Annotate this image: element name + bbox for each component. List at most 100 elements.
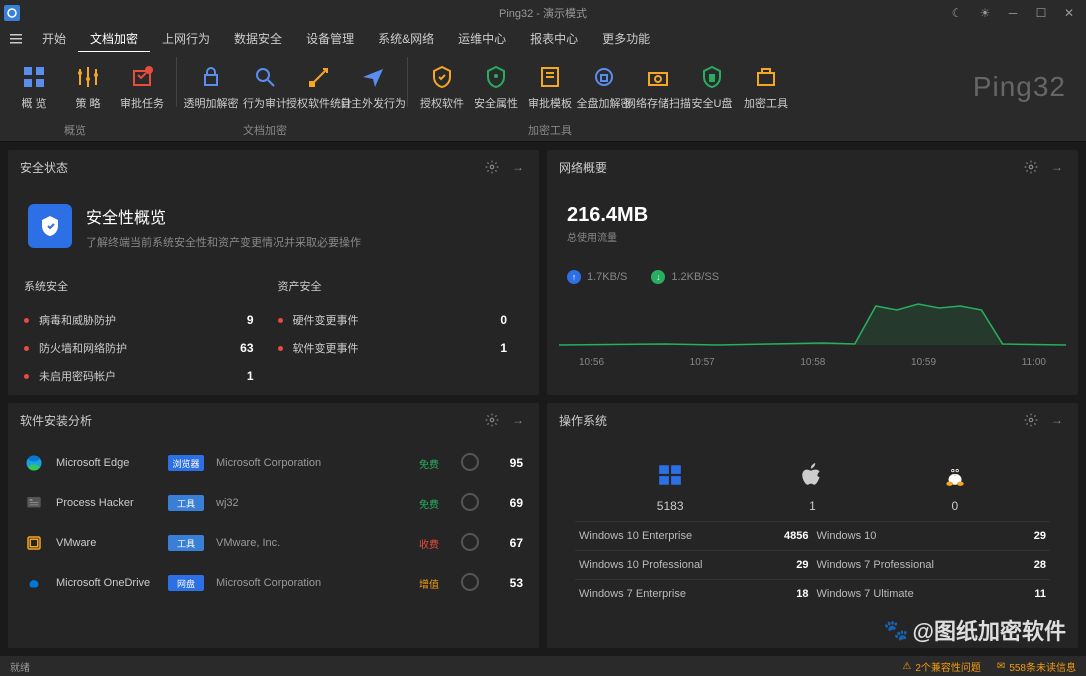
- software-license: 增值: [419, 576, 449, 591]
- traffic-chart: 10:5610:5710:5810:5911:00: [559, 290, 1066, 370]
- titlebar: Ping32 - 演示模式 ☾ ☀ ─ ☐ ✕: [0, 0, 1086, 26]
- os-version-name: Windows 7 Professional: [813, 550, 1001, 579]
- ribbon-btn-9[interactable]: 审批模板: [524, 57, 576, 117]
- ribbon-btn-1[interactable]: 策 略: [62, 57, 114, 117]
- window-title: Ping32 - 演示模式: [499, 5, 587, 21]
- ribbon-btn-6[interactable]: 自主外发行为: [347, 57, 399, 117]
- software-panel-title: 软件安装分析: [20, 412, 92, 429]
- os-item-windows[interactable]: 5183: [656, 461, 684, 513]
- software-name: Microsoft OneDrive: [56, 577, 156, 589]
- software-count: 69: [493, 496, 523, 510]
- menu-item-4[interactable]: 设备管理: [294, 26, 366, 53]
- ribbon-icon: [482, 63, 510, 91]
- chart-x-label: 10:57: [690, 357, 715, 368]
- software-row[interactable]: Process Hacker工具wj32免费69: [20, 485, 527, 521]
- os-version-count: 29: [763, 550, 813, 579]
- progress-ring-icon: [461, 493, 481, 513]
- ribbon-btn-10[interactable]: 全盘加解密: [578, 57, 630, 117]
- ribbon-btn-12[interactable]: 安全U盘: [686, 57, 738, 117]
- moon-icon[interactable]: ☾: [944, 3, 970, 23]
- status-compat-warning[interactable]: ⚠ 2个兼容性问题: [902, 659, 981, 674]
- menu-list-icon[interactable]: [6, 29, 26, 49]
- menu-item-8[interactable]: 更多功能: [590, 26, 662, 53]
- total-traffic-value: 216.4MB: [567, 204, 1058, 227]
- gear-icon[interactable]: [483, 411, 501, 429]
- shield-icon: [28, 204, 72, 248]
- ribbon-toolbar: 概 览 策 略 审批任务 透明加解密行为审计授权软件统计自主外发行为授权软件安全属性审…: [0, 52, 1086, 122]
- software-name: VMware: [56, 537, 156, 549]
- security-row[interactable]: 病毒和威胁防护9: [20, 306, 274, 334]
- status-dot-icon: [278, 318, 283, 323]
- paw-icon: 🐾: [884, 618, 909, 643]
- brand-label: Ping32: [973, 71, 1066, 103]
- os-item-linux[interactable]: 0: [941, 461, 969, 513]
- arrow-right-icon[interactable]: →: [509, 411, 527, 429]
- arrow-right-icon[interactable]: →: [1048, 411, 1066, 429]
- ribbon-label: 策 略: [75, 95, 100, 111]
- os-item-apple[interactable]: 1: [798, 461, 826, 513]
- security-overview-title: 安全性概览: [86, 204, 361, 228]
- minimize-button[interactable]: ─: [1000, 3, 1026, 23]
- ribbon-btn-3[interactable]: 透明加解密: [185, 57, 237, 117]
- ribbon-btn-11[interactable]: 网络存储扫描: [632, 57, 684, 117]
- software-row[interactable]: Microsoft Edge浏览器Microsoft Corporation免费…: [20, 445, 527, 481]
- ribbon-btn-13[interactable]: 加密工具: [740, 57, 792, 117]
- menu-item-6[interactable]: 运维中心: [446, 26, 518, 53]
- software-row[interactable]: VMware工具VMware, Inc.收费67: [20, 525, 527, 561]
- software-count: 67: [493, 536, 523, 550]
- ribbon-label: 概 览: [21, 95, 46, 111]
- sun-icon[interactable]: ☀: [972, 3, 998, 23]
- menu-item-1[interactable]: 文档加密: [78, 26, 150, 53]
- software-vendor: Microsoft Corporation: [216, 457, 407, 469]
- ribbon-icon: [752, 63, 780, 91]
- statusbar: 就绪 ⚠ 2个兼容性问题 ✉ 558条未读信息: [0, 656, 1086, 676]
- menu-item-7[interactable]: 报表中心: [518, 26, 590, 53]
- ribbon-label: 网络存储扫描: [625, 95, 691, 111]
- menu-item-2[interactable]: 上网行为: [150, 26, 222, 53]
- download-icon: ↓: [651, 270, 665, 284]
- gear-icon[interactable]: [483, 158, 501, 176]
- arrow-right-icon[interactable]: →: [509, 158, 527, 176]
- ribbon-label: 安全U盘: [692, 95, 733, 111]
- ribbon-icon: [305, 63, 333, 91]
- software-tag: 网盘: [168, 575, 204, 591]
- status-unread-messages[interactable]: ✉ 558条未读信息: [997, 659, 1076, 674]
- software-icon: [24, 573, 44, 593]
- ribbon-btn-2[interactable]: 审批任务: [116, 57, 168, 117]
- ribbon-btn-7[interactable]: 授权软件: [416, 57, 468, 117]
- menu-item-0[interactable]: 开始: [30, 26, 78, 53]
- gear-icon[interactable]: [1022, 411, 1040, 429]
- security-row[interactable]: 软件变更事件1: [274, 334, 528, 362]
- ribbon-btn-8[interactable]: 安全属性: [470, 57, 522, 117]
- asset-security-heading: 资产安全: [274, 278, 528, 294]
- arrow-right-icon[interactable]: →: [1048, 158, 1066, 176]
- download-speed: ↓ 1.2KB/SS: [651, 270, 719, 284]
- total-traffic-label: 总使用流量: [567, 229, 1058, 244]
- security-row-value: 63: [240, 341, 253, 355]
- security-row[interactable]: 硬件变更事件 0: [274, 306, 528, 334]
- ribbon-btn-4[interactable]: 行为审计: [239, 57, 291, 117]
- os-version-name: Windows 10 Enterprise: [575, 521, 763, 550]
- close-button[interactable]: ✕: [1056, 3, 1082, 23]
- chart-x-label: 11:00: [1022, 357, 1046, 368]
- software-tag: 浏览器: [168, 455, 204, 471]
- ribbon-label: 行为审计: [243, 95, 287, 111]
- software-tag: 工具: [168, 495, 204, 511]
- system-security-heading: 系统安全: [20, 278, 274, 294]
- menu-item-5[interactable]: 系统&网络: [366, 26, 446, 53]
- software-icon: [24, 533, 44, 553]
- ribbon-icon: [197, 63, 225, 91]
- security-row[interactable]: 防火墙和网络防护63: [20, 334, 274, 362]
- security-row-value: 0: [500, 313, 507, 327]
- software-icon: [24, 493, 44, 513]
- os-count: 1: [809, 499, 816, 513]
- security-row-label: 硬件变更事件: [293, 312, 359, 328]
- security-row[interactable]: 未启用密码帐户1: [20, 362, 274, 390]
- gear-icon[interactable]: [1022, 158, 1040, 176]
- software-row[interactable]: Microsoft OneDrive网盘Microsoft Corporatio…: [20, 565, 527, 601]
- ribbon-btn-5[interactable]: 授权软件统计: [293, 57, 345, 117]
- menu-item-3[interactable]: 数据安全: [222, 26, 294, 53]
- ribbon-label: 审批任务: [120, 95, 164, 111]
- maximize-button[interactable]: ☐: [1028, 3, 1054, 23]
- ribbon-btn-0[interactable]: 概 览: [8, 57, 60, 117]
